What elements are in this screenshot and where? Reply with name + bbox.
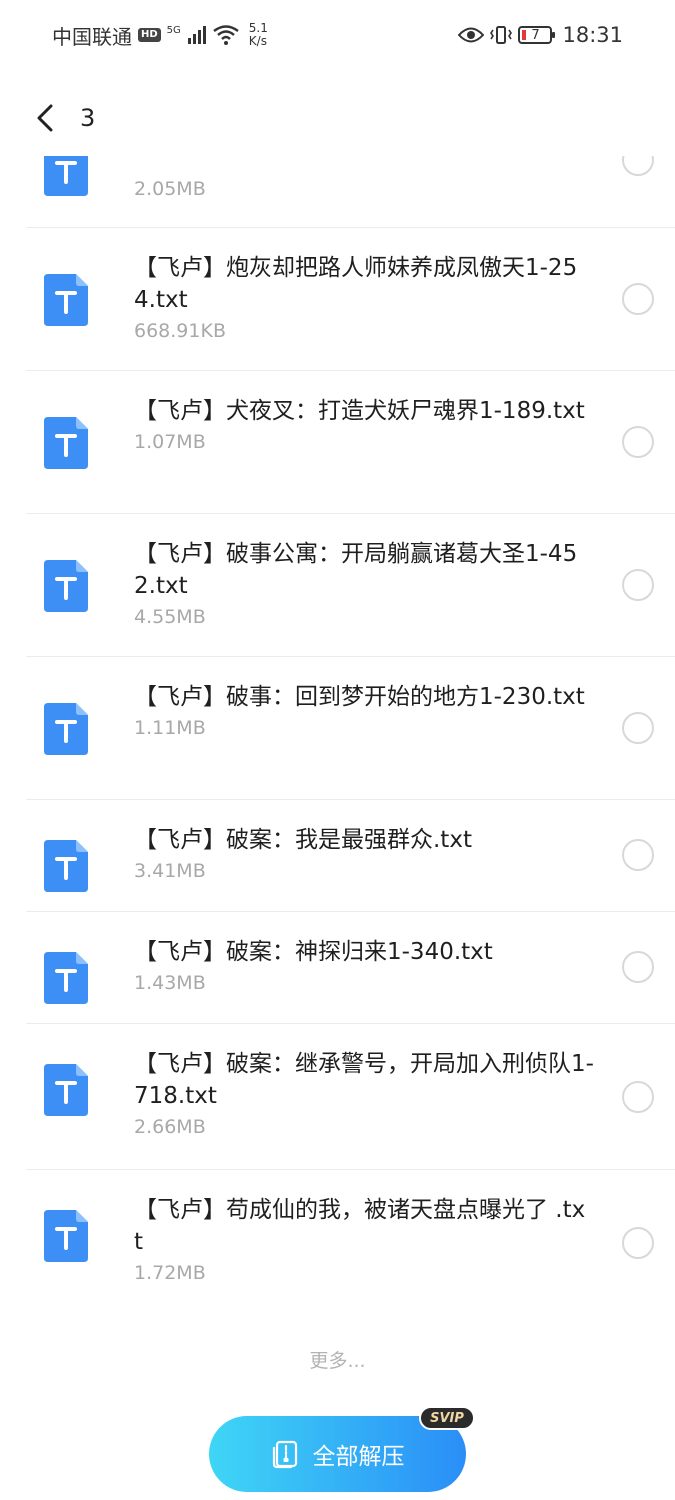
file-name: 【飞卢】破事公寓：开局躺赢诸葛大圣1-452.txt xyxy=(134,541,578,599)
file-list: 2.05MB 【飞卢】炮灰却把路人师妹养成凤傲天1-254.txt 668.91… xyxy=(0,156,675,1320)
select-radio[interactable] xyxy=(622,951,654,983)
file-item[interactable]: 【飞卢】炮灰却把路人师妹养成凤傲天1-254.txt 668.91KB xyxy=(0,228,675,371)
txt-file-icon xyxy=(44,1064,88,1116)
file-item[interactable]: 【飞卢】犬夜叉：打造犬妖尸魂界1-189.txt 1.07MB xyxy=(0,371,675,514)
file-size: 2.05MB xyxy=(134,178,206,200)
load-more-link[interactable]: 更多... xyxy=(0,1346,675,1373)
select-radio[interactable] xyxy=(622,569,654,601)
txt-file-icon xyxy=(44,703,88,755)
select-radio[interactable] xyxy=(622,1081,654,1113)
vibrate-icon xyxy=(490,26,513,44)
txt-file-icon xyxy=(44,952,88,1004)
extract-all-label: 全部解压 xyxy=(312,1444,405,1470)
txt-file-icon xyxy=(44,156,88,196)
speed-unit: K/s xyxy=(248,34,267,48)
file-size: 3.41MB xyxy=(134,860,206,882)
svip-badge: SVIP xyxy=(419,1406,475,1430)
file-name: 【飞卢】破案：继承警号，开局加入刑侦队1-718.txt xyxy=(134,1051,594,1109)
select-radio[interactable] xyxy=(622,1227,654,1259)
txt-file-icon xyxy=(44,560,88,612)
file-item[interactable]: 【飞卢】破案：我是最强群众.txt 3.41MB xyxy=(0,800,675,912)
txt-file-icon xyxy=(44,274,88,326)
hd-badge: HD xyxy=(138,28,161,42)
file-size: 1.07MB xyxy=(134,431,206,453)
file-name: 【飞卢】苟成仙的我，被诸天盘点曝光了 .txt xyxy=(134,1197,586,1255)
header: 3 xyxy=(0,80,675,156)
file-item[interactable]: 【飞卢】破事公寓：开局躺赢诸葛大圣1-452.txt 4.55MB xyxy=(0,514,675,657)
back-button[interactable] xyxy=(30,98,60,138)
file-name: 【飞卢】破案：神探归来1-340.txt xyxy=(134,939,493,965)
status-left: 中国联通 HD 5G 5.1 K/s xyxy=(52,21,268,50)
file-size: 1.11MB xyxy=(134,717,206,739)
file-item[interactable]: 2.05MB xyxy=(0,156,675,228)
file-size: 1.43MB xyxy=(134,972,206,994)
file-name: 【飞卢】犬夜叉：打造犬妖尸魂界1-189.txt xyxy=(134,398,585,424)
eye-icon xyxy=(458,27,485,43)
file-size: 2.66MB xyxy=(134,1116,206,1138)
select-radio[interactable] xyxy=(622,426,654,458)
txt-file-icon xyxy=(44,840,88,892)
txt-file-icon xyxy=(44,417,88,469)
battery-level xyxy=(522,30,527,40)
file-item[interactable]: 【飞卢】苟成仙的我，被诸天盘点曝光了 .txt 1.72MB xyxy=(0,1170,675,1316)
unzip-icon xyxy=(272,1440,297,1469)
status-bar: 中国联通 HD 5G 5.1 K/s 7 18:31 xyxy=(0,0,675,70)
file-name: 【飞卢】破事：回到梦开始的地方1-230.txt xyxy=(134,684,585,710)
status-right: 7 18:31 xyxy=(458,23,623,47)
file-name: 【飞卢】破案：我是最强群众.txt xyxy=(134,827,472,853)
select-radio[interactable] xyxy=(622,283,654,315)
file-item[interactable]: 【飞卢】破案：神探归来1-340.txt 1.43MB xyxy=(0,912,675,1024)
file-item[interactable]: 【飞卢】破事：回到梦开始的地方1-230.txt 1.11MB xyxy=(0,657,675,800)
file-item[interactable]: 【飞卢】破案：继承警号，开局加入刑侦队1-718.txt 2.66MB xyxy=(0,1024,675,1170)
network-type: 5G xyxy=(166,24,181,36)
battery-percent: 7 xyxy=(531,27,540,43)
battery-icon: 7 xyxy=(518,26,556,44)
file-size: 4.55MB xyxy=(134,606,206,628)
txt-file-icon xyxy=(44,1210,88,1262)
page-title: 3 xyxy=(80,104,96,132)
status-time: 18:31 xyxy=(562,23,623,47)
signal-icon xyxy=(187,26,206,44)
wifi-icon xyxy=(213,25,239,45)
chevron-left-icon xyxy=(37,104,53,132)
select-radio[interactable] xyxy=(622,712,654,744)
select-radio[interactable] xyxy=(622,839,654,871)
file-size: 668.91KB xyxy=(134,320,226,342)
network-speed: 5.1 K/s xyxy=(249,22,268,48)
select-radio[interactable] xyxy=(622,156,654,176)
file-name: 【飞卢】炮灰却把路人师妹养成凤傲天1-254.txt xyxy=(134,255,578,313)
carrier-name: 中国联通 xyxy=(52,24,132,49)
file-size: 1.72MB xyxy=(134,1262,206,1284)
